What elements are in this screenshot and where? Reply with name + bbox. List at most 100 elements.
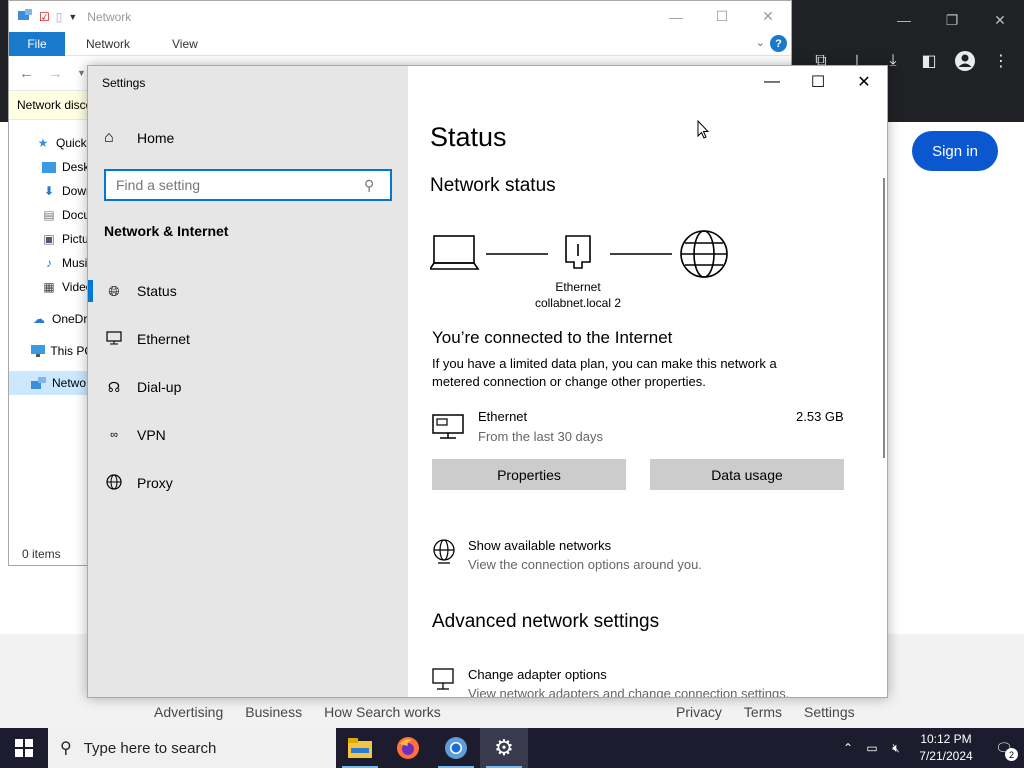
explorer-window-controls: — ☐ ✕	[653, 1, 791, 32]
taskbar: ⚲ Type here to search ⚙ ⌃ ▭ 🔇︎ 10:12 PM …	[0, 728, 1024, 768]
pictures-icon: ▣	[43, 232, 55, 246]
nav-item-desktop[interactable]: Deskt	[9, 155, 93, 179]
firefox-icon	[397, 737, 419, 759]
help-icon[interactable]: ?	[770, 35, 787, 52]
nav-item-label: Netwo	[52, 376, 87, 390]
footer-link-business[interactable]: Business	[245, 704, 302, 720]
home-nav-item[interactable]: ⌂ Home	[104, 126, 174, 150]
nav-item-quick-access[interactable]: ★ Quick	[9, 131, 93, 155]
recent-locations-icon[interactable]: ▼	[77, 68, 86, 78]
more-menu-icon[interactable]: ⋮	[988, 48, 1014, 74]
action-center-button[interactable]: 🗨︎ 2	[984, 728, 1024, 768]
explorer-titlebar: ☑ ▯ ▼ Network — ☐ ✕	[9, 1, 791, 32]
show-hidden-icons-chevron[interactable]: ⌃	[836, 741, 860, 755]
sidebar-item-status[interactable]: 🌐︎ Status	[88, 271, 408, 311]
sidebar-item-label: Ethernet	[137, 331, 190, 347]
sidebar-item-proxy[interactable]: Proxy	[88, 463, 408, 503]
properties-button[interactable]: Properties	[432, 459, 626, 490]
taskbar-settings[interactable]: ⚙	[480, 728, 528, 768]
browser-minimize-button[interactable]: —	[880, 0, 928, 40]
forward-arrow-icon[interactable]: →	[48, 65, 63, 82]
ribbon-tab-network[interactable]: Network	[65, 37, 151, 51]
network-tray-icon[interactable]: ▭	[860, 741, 884, 755]
content-scrollbar[interactable]	[883, 178, 885, 458]
new-folder-icon[interactable]: ▯	[56, 10, 63, 24]
nav-item-this-pc[interactable]: This PC	[9, 339, 93, 363]
document-icon: ▤	[43, 208, 55, 222]
explorer-minimize-button[interactable]: —	[653, 1, 699, 32]
footer-link-privacy[interactable]: Privacy	[676, 704, 722, 720]
change-adapter-link[interactable]: Change adapter options	[468, 667, 607, 682]
file-explorer-icon	[348, 738, 372, 758]
sidebar-item-ethernet[interactable]: Ethernet	[88, 319, 408, 359]
proxy-globe-icon	[104, 473, 124, 493]
profile-icon[interactable]	[952, 48, 978, 74]
find-setting-input[interactable]	[116, 177, 364, 193]
sign-in-button[interactable]: Sign in	[912, 131, 998, 171]
footer-link-how-search-works[interactable]: How Search works	[324, 704, 441, 720]
nav-item-downloads[interactable]: ⬇ Down	[9, 179, 93, 203]
home-icon: ⌂	[104, 129, 114, 146]
ribbon-tab-file[interactable]: File	[9, 31, 65, 56]
nav-item-videos[interactable]: ▦ Video	[9, 275, 93, 299]
network-status-diagram: Ethernet collabnet.local 2	[428, 228, 740, 318]
nav-item-network[interactable]: Netwo	[9, 371, 93, 395]
explorer-navigation-pane: ★ Quick Deskt ⬇ Down ▤ Docu ▣ Pictu ♪ Musi ▦ V…	[9, 131, 93, 395]
sidepanel-icon[interactable]: ◧	[916, 48, 942, 74]
sidebar-item-dial-up[interactable]: ☊ Dial-up	[88, 367, 408, 407]
nav-item-onedrive[interactable]: ☁ OneDr	[9, 307, 93, 331]
network-status-heading: Network status	[430, 175, 556, 196]
ethernet-usage-icon	[432, 412, 466, 442]
taskbar-file-explorer[interactable]	[336, 728, 384, 768]
sidebar-item-vpn[interactable]: ∞ VPN	[88, 415, 408, 455]
taskbar-search-placeholder: Type here to search	[83, 739, 217, 757]
explorer-close-button[interactable]: ✕	[745, 1, 791, 32]
infobar-text: Network disco	[17, 98, 93, 112]
explorer-maximize-button[interactable]: ☐	[699, 1, 745, 32]
laptop-icon	[428, 235, 480, 270]
taskbar-search-box[interactable]: ⚲ Type here to search	[48, 728, 336, 768]
connected-description-line-1: If you have a limited data plan, you can…	[432, 356, 777, 371]
ethernet-adapter-icon	[565, 235, 591, 269]
footer-link-advertising[interactable]: Advertising	[154, 704, 223, 720]
notification-count: 2	[1005, 748, 1018, 761]
back-arrow-icon[interactable]: ←	[19, 65, 34, 82]
desktop-folder-icon	[41, 160, 57, 174]
network-folder-icon	[17, 8, 33, 25]
adapter-name-label: Ethernet	[555, 280, 601, 294]
sidebar-item-label: Dial-up	[137, 379, 182, 395]
internet-globe-icon	[680, 230, 728, 278]
vpn-icon: ∞	[110, 429, 118, 441]
nav-item-label: Pictu	[62, 232, 89, 246]
settings-window-title: Settings	[102, 76, 146, 90]
taskbar-chrome[interactable]	[432, 728, 480, 768]
change-adapter-description: View network adapters and change connect…	[468, 686, 790, 698]
browser-close-button[interactable]: ✕	[976, 0, 1024, 40]
footer-link-terms[interactable]: Terms	[744, 704, 782, 720]
nav-item-label: Docu	[62, 208, 91, 222]
start-button[interactable]	[0, 728, 48, 768]
footer-link-settings[interactable]: Settings	[804, 704, 855, 720]
connected-heading: You’re connected to the Internet	[432, 328, 673, 347]
nav-item-music[interactable]: ♪ Musi	[9, 251, 93, 275]
show-networks-link[interactable]: Show available networks	[468, 538, 611, 553]
download-arrow-icon: ⬇	[43, 184, 55, 198]
clock-time: 10:12 PM	[920, 732, 972, 746]
nav-item-pictures[interactable]: ▣ Pictu	[9, 227, 93, 251]
find-setting-search[interactable]: ⚲	[104, 169, 392, 201]
data-usage-button[interactable]: Data usage	[650, 459, 844, 490]
clock[interactable]: 10:12 PM 7/21/2024	[908, 731, 984, 765]
taskbar-firefox[interactable]	[384, 728, 432, 768]
ribbon-expand-icon[interactable]: ⌄	[756, 36, 765, 49]
customize-dropdown-icon[interactable]: ▼	[68, 12, 77, 22]
ribbon-tab-view[interactable]: View	[151, 37, 219, 51]
clock-date: 7/21/2024	[919, 749, 973, 763]
network-icon	[31, 376, 47, 390]
nav-item-documents[interactable]: ▤ Docu	[9, 203, 93, 227]
properties-check-icon[interactable]: ☑	[39, 10, 50, 24]
usage-period: From the last 30 days	[478, 429, 603, 444]
volume-muted-icon[interactable]: 🔇︎	[884, 741, 908, 756]
search-icon[interactable]: ⚲	[364, 177, 390, 194]
browser-restore-button[interactable]: ❐	[928, 0, 976, 40]
dial-up-icon: ☊	[107, 378, 121, 395]
